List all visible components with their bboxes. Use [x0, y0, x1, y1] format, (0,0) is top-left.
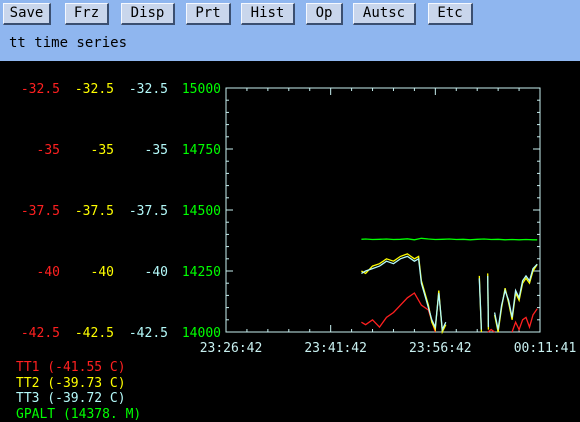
y-tick-label-tt2: -32.5: [75, 82, 114, 97]
y-tick-label-gpalt: 14750: [182, 143, 221, 158]
x-tick-label: 23:26:42: [200, 341, 263, 356]
etc-button[interactable]: Etc: [428, 3, 473, 25]
toolbar: Save Frz Disp Prt Hist Op Autsc Etc tt t…: [0, 0, 580, 61]
y-tick-label-tt2: -42.5: [75, 326, 114, 341]
freeze-button[interactable]: Frz: [65, 3, 109, 25]
y-tick-label-tt1: -37.5: [21, 204, 60, 219]
series-line-tt2: [361, 253, 447, 335]
y-tick-label-tt3: -32.5: [129, 82, 168, 97]
legend: TT1 (-41.55 C) TT2 (-39.73 C) TT3 (-39.7…: [16, 360, 141, 422]
options-button[interactable]: Op: [306, 3, 343, 25]
y-tick-label-tt3: -37.5: [129, 204, 168, 219]
legend-item-tt1: TT1 (-41.55 C): [16, 360, 126, 375]
series-line-tt3: [478, 278, 483, 330]
series-line-tt1: [361, 292, 436, 333]
y-tick-label-tt3: -42.5: [129, 326, 168, 341]
y-tick-label-tt3: -40: [145, 265, 168, 280]
window-title: tt time series: [9, 35, 128, 51]
legend-item-gpalt: GPALT (14378. M): [16, 406, 142, 422]
y-tick-label-gpalt: 14250: [182, 265, 221, 280]
y-tick-label-gpalt: 14500: [182, 204, 221, 219]
x-tick-label: 23:41:42: [304, 341, 367, 356]
save-button[interactable]: Save: [3, 3, 51, 25]
plot-frame: [225, 87, 541, 333]
series-line-tt3: [361, 255, 447, 333]
series-line-tt3: [493, 263, 538, 330]
y-tick-label-tt2: -37.5: [75, 204, 114, 219]
x-tick-label: 00:11:41: [514, 341, 577, 356]
y-tick-label-tt1: -40: [37, 265, 60, 280]
y-tick-label-tt1: -32.5: [21, 82, 60, 97]
y-tick-label-gpalt: 15000: [182, 82, 221, 97]
time-series-chart: -32.5 -35 -37.5 -40 -42.5 -32.5 -35 -37.5 -40 -42…: [21, 82, 577, 356]
y-tick-label-tt1: -42.5: [21, 326, 60, 341]
legend-item-tt3: TT3 (-39.72 C): [16, 391, 126, 406]
autoscale-button[interactable]: Autsc: [353, 3, 416, 25]
y-tick-label-gpalt: 14000: [182, 326, 221, 341]
y-tick-label-tt2: -40: [91, 265, 114, 280]
series-line-gpalt: [361, 237, 538, 241]
legend-item-tt2: TT2 (-39.73 C): [16, 375, 126, 391]
series-line-tt1: [511, 308, 538, 333]
print-button[interactable]: Prt: [186, 3, 231, 25]
display-button[interactable]: Disp: [121, 3, 175, 25]
history-button[interactable]: Hist: [241, 3, 295, 25]
y-tick-label-tt2: -35: [91, 143, 114, 158]
x-tick-label: 23:56:42: [409, 341, 472, 356]
y-tick-label-tt3: -35: [145, 143, 168, 158]
series-line-tt3: [487, 275, 490, 328]
y-tick-label-tt1: -35: [37, 143, 60, 158]
